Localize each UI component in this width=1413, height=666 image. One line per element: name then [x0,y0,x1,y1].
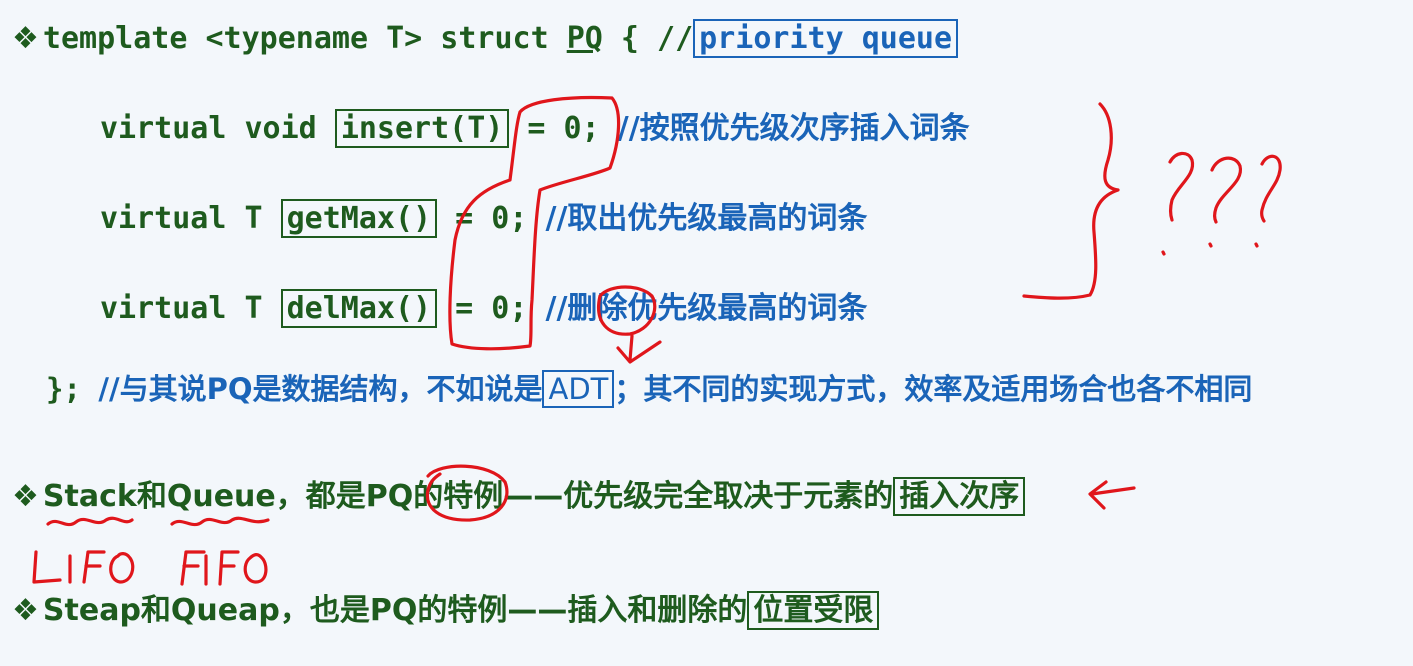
and-word: 和 [136,479,167,514]
closing-line: }; //与其说PQ是数据结构，不如说是 ADT ；其不同的实现方式，效率及适用场合… [46,369,1252,409]
queue-word: Queue [166,479,276,514]
ink-question-mark-icon [1210,156,1242,224]
method-line-getmax: virtual T getMax() = 0; //取出优先级最高的词条 [100,199,867,239]
diamond-bullet-icon: ❖ [12,593,39,628]
method-comment: //按照优先级次序插入词条 [617,111,970,146]
struct-brace: { // [602,21,694,56]
method-line-insert: virtual void insert(T) = 0; //按照优先级次序插入词… [100,109,970,149]
method-line-delmax: virtual T delMax() = 0; //删除优先级最高的词条 [100,289,867,329]
ink-handwriting-fifo [180,550,268,586]
steap-queap-text: Steap和Queap，也是PQ的特例——插入和删除的 [42,593,748,628]
stack-queue-text: ，都是PQ的特例——优先级完全取决于元素的 [275,479,894,514]
ink-question-mark-dot [1208,242,1213,248]
ink-annotations [32,95,1282,586]
ink-question-mark-dot [1161,250,1166,256]
diamond-bullet-icon: ❖ [12,479,39,514]
template-prefix: template <typename T> struct [42,21,567,56]
method-comment: //删除优先级最高的词条 [545,291,868,326]
position-limited-box: 位置受限 [747,591,880,630]
diamond-bullet-icon: ❖ [12,21,39,56]
method-prefix: virtual void [100,111,335,146]
bullet-steap-queap: ❖ Steap和Queap，也是PQ的特例——插入和删除的 位置受限 [12,591,880,631]
method-name-box: getMax() [280,199,438,238]
ink-wavy-underline-queue [170,516,270,527]
closing-brace: }; [46,372,99,406]
method-suffix: = 0; [437,201,546,236]
method-prefix: virtual T [100,291,281,326]
closing-comment-after: ；其不同的实现方式，效率及适用场合也各不相同 [614,372,1253,406]
struct-declaration-line: ❖ template <typename T> struct PQ { //pri… [12,19,959,59]
ink-question-mark-icon [1260,154,1282,223]
method-suffix: = 0; [437,291,546,326]
adt-box: ADT [542,370,615,408]
method-prefix: virtual T [100,201,281,236]
insert-order-box: 插入次序 [893,477,1026,516]
priority-queue-comment-box: priority queue [693,19,959,58]
closing-comment-before: //与其说PQ是数据结构，不如说是 [98,372,543,406]
ink-question-mark-icon [1168,151,1195,222]
bullet-stack-queue: ❖ Stack和Queue，都是PQ的特例——优先级完全取决于元素的 插入次序 [12,477,1026,517]
method-name-box: delMax() [280,289,438,328]
method-comment: //取出优先级最高的词条 [545,201,868,236]
stack-word: Stack [42,479,137,514]
ink-handwriting-lifo [32,550,135,584]
ink-question-mark-dot [1254,242,1259,248]
ink-curly-brace [1022,102,1120,300]
method-suffix: = 0; [509,111,618,146]
ink-wavy-underline-stack [46,516,134,527]
struct-name: PQ [566,21,603,56]
ink-arrow-down-icon [616,334,662,364]
method-name-box: insert(T) [334,109,510,148]
ink-arrow-left-icon [1088,480,1136,510]
